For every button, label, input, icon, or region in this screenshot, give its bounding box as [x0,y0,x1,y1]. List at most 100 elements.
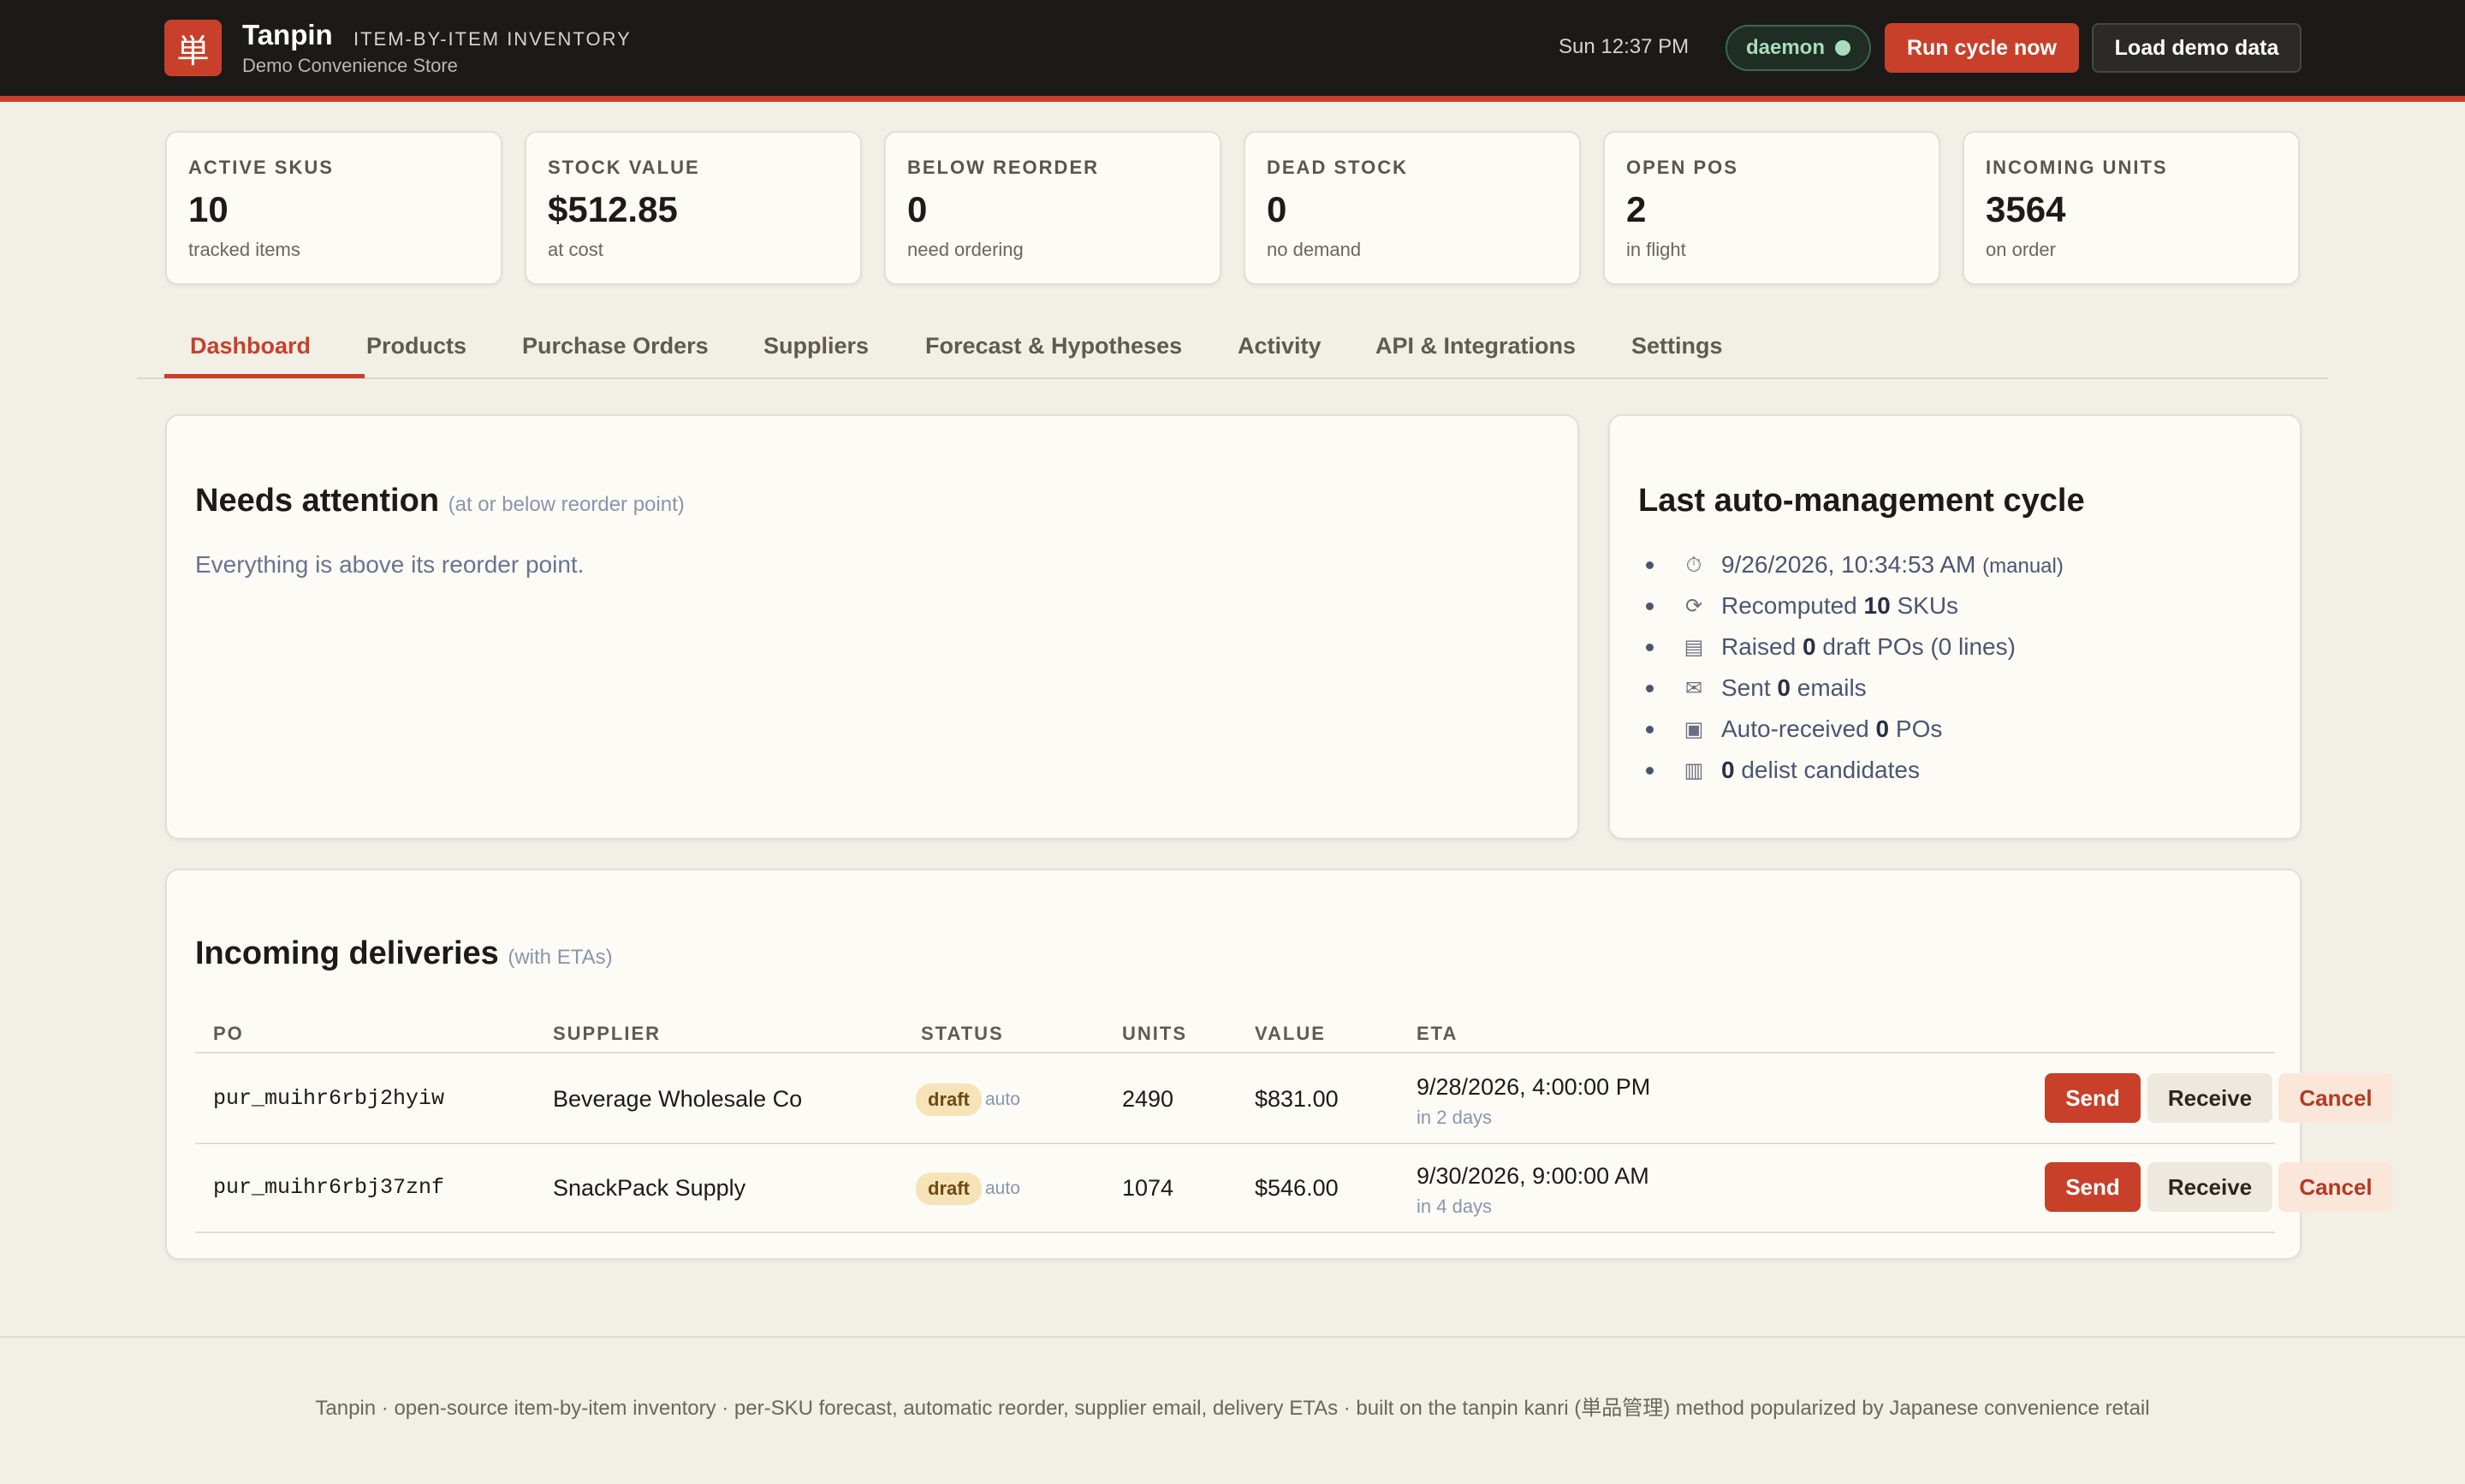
column-header-eta: ETA [1417,1023,1458,1044]
refresh-icon: ⟳ [1684,594,1703,618]
status-note: auto [985,1089,1020,1109]
status-badge: draft [916,1083,982,1116]
attention-message: Everything is above its reorder point. [195,551,585,578]
stat-value: 3564 [1986,189,2066,229]
needs-attention-panel: Needs attention (at or below reorder poi… [165,414,1579,840]
status-badge: draft [916,1172,982,1205]
cycle-delist-candidates: 0 delist candidates [1721,757,1920,783]
column-header-status: STATUS [921,1023,1004,1044]
column-header-units: UNITS [1122,1023,1187,1044]
cancel-button[interactable]: Cancel [2278,1162,2393,1212]
app-name: Tanpin [242,19,333,50]
store-name: Demo Convenience Store [242,55,458,76]
package-icon: ▣ [1684,717,1704,741]
stat-card-open-pos: OPEN POS 2 in flight [1603,131,1940,285]
header-accent-line [0,96,2465,102]
receive-button[interactable]: Receive [2147,1073,2272,1123]
table-row: pur_muihr6rbj37znf SnackPack Supply draf… [195,1143,2393,1232]
last-cycle-title: Last auto-management cycle [1638,483,2085,519]
value-amount: $546.00 [1255,1175,1339,1201]
row-divider [195,1232,2275,1233]
stat-sub: tracked items [188,239,300,260]
stat-card-incoming-units: INCOMING UNITS 3564 on order [1963,131,2300,285]
footer-divider [0,1336,2465,1338]
status-dot-icon [1835,40,1850,56]
stat-label: INCOMING UNITS [1986,157,2168,178]
panel-title-text: Needs attention [195,483,440,519]
load-demo-data-button[interactable]: Load demo data [2092,23,2302,73]
cycle-raised-pos: Raised 0 draft POs (0 lines) [1721,633,2016,660]
stat-label: DEAD STOCK [1267,157,1409,178]
tab-suppliers[interactable]: Suppliers [763,333,869,359]
stat-sub: need ordering [907,239,1024,260]
value-amount: $831.00 [1255,1086,1339,1112]
send-button[interactable]: Send [2045,1162,2141,1212]
stat-label: OPEN POS [1626,157,1738,178]
stat-sub: in flight [1626,239,1686,260]
daemon-label: daemon [1745,36,1825,59]
top-bar: 単 Tanpin ITEM-BY-ITEM INVENTORY Demo Con… [0,0,2465,96]
stopwatch-icon: ⏱ [1685,553,1702,577]
receive-button[interactable]: Receive [2147,1162,2272,1212]
tab-products[interactable]: Products [366,333,466,359]
eta-relative: in 4 days [1417,1196,1493,1217]
column-header-supplier: SUPPLIER [553,1023,662,1044]
panel-title-hint: (with ETAs) [508,946,613,969]
cancel-button[interactable]: Cancel [2278,1073,2393,1123]
status-note: auto [985,1178,1020,1198]
trash-icon: ▥ [1684,758,1704,782]
stat-card-dead-stock: DEAD STOCK 0 no demand [1244,131,1581,285]
stat-card-below-reorder: BELOW REORDER 0 need ordering [884,131,1221,285]
units-value: 2490 [1122,1086,1174,1112]
units-value: 1074 [1122,1175,1174,1201]
stat-sub: at cost [548,239,603,260]
supplier-name: SnackPack Supply [553,1175,746,1201]
active-tab-indicator [164,374,365,378]
tab-activity[interactable]: Activity [1238,333,1322,359]
needs-attention-title: Needs attention (at or below reorder poi… [195,483,685,519]
send-button[interactable]: Send [2045,1073,2141,1123]
main-tabs: Dashboard Products Purchase Orders Suppl… [137,321,2328,379]
tab-forecast-hypotheses[interactable]: Forecast & Hypotheses [925,333,1182,359]
stat-value: $512.85 [548,189,678,229]
column-header-value: VALUE [1255,1023,1326,1044]
supplier-name: Beverage Wholesale Co [553,1086,803,1112]
list-item: ▣ Auto-received 0 POs [1646,709,2064,750]
eta-relative: in 2 days [1417,1107,1493,1128]
po-id: pur_muihr6rbj2hyiw [213,1086,445,1111]
cycle-recomputed: Recomputed 10 SKUs [1721,592,1959,619]
list-item: ▥ 0 delist candidates [1646,750,2064,791]
document-icon: ▤ [1684,635,1704,659]
stat-value: 10 [188,189,229,229]
list-item: ✉ Sent 0 emails [1646,668,2064,709]
tanpin-logo-icon: 単 [164,20,222,76]
stat-label: BELOW REORDER [907,157,1099,178]
stat-card-active-skus: ACTIVE SKUS 10 tracked items [165,131,502,285]
cycle-auto-received: Auto-received 0 POs [1721,715,1943,742]
app-tagline: ITEM-BY-ITEM INVENTORY [353,28,632,50]
panel-title-text: Incoming deliveries [195,935,499,971]
incoming-deliveries-title: Incoming deliveries (with ETAs) [195,935,613,972]
clock: Sun 12:37 PM [1559,35,1690,58]
stat-value: 0 [907,189,928,229]
stat-card-stock-value: STOCK VALUE $512.85 at cost [525,131,862,285]
table-row: pur_muihr6rbj2hyiw Beverage Wholesale Co… [195,1054,2393,1143]
cycle-timestamp: 9/26/2026, 10:34:53 AM (manual) [1721,551,2064,578]
stat-value: 2 [1626,189,1647,229]
list-item: ⟳ Recomputed 10 SKUs [1646,585,2064,626]
cycle-summary-list: ⏱ 9/26/2026, 10:34:53 AM (manual) ⟳ Reco… [1646,544,2064,791]
panel-title-hint: (at or below reorder point) [448,493,685,516]
run-cycle-button[interactable]: Run cycle now [1885,23,2079,73]
last-cycle-panel: Last auto-management cycle ⏱ 9/26/2026, … [1608,414,2302,840]
tab-settings[interactable]: Settings [1631,333,1723,359]
tab-dashboard[interactable]: Dashboard [190,333,311,359]
tab-api-integrations[interactable]: API & Integrations [1375,333,1576,359]
stat-sub: on order [1986,239,2056,260]
list-item: ▤ Raised 0 draft POs (0 lines) [1646,626,2064,668]
tab-purchase-orders[interactable]: Purchase Orders [522,333,709,359]
stat-label: ACTIVE SKUS [188,157,334,178]
stat-label: STOCK VALUE [548,157,700,178]
daemon-status-badge: daemon [1726,25,1871,71]
eta-datetime: 9/30/2026, 9:00:00 AM [1417,1163,1649,1189]
column-header-po: PO [213,1023,244,1044]
